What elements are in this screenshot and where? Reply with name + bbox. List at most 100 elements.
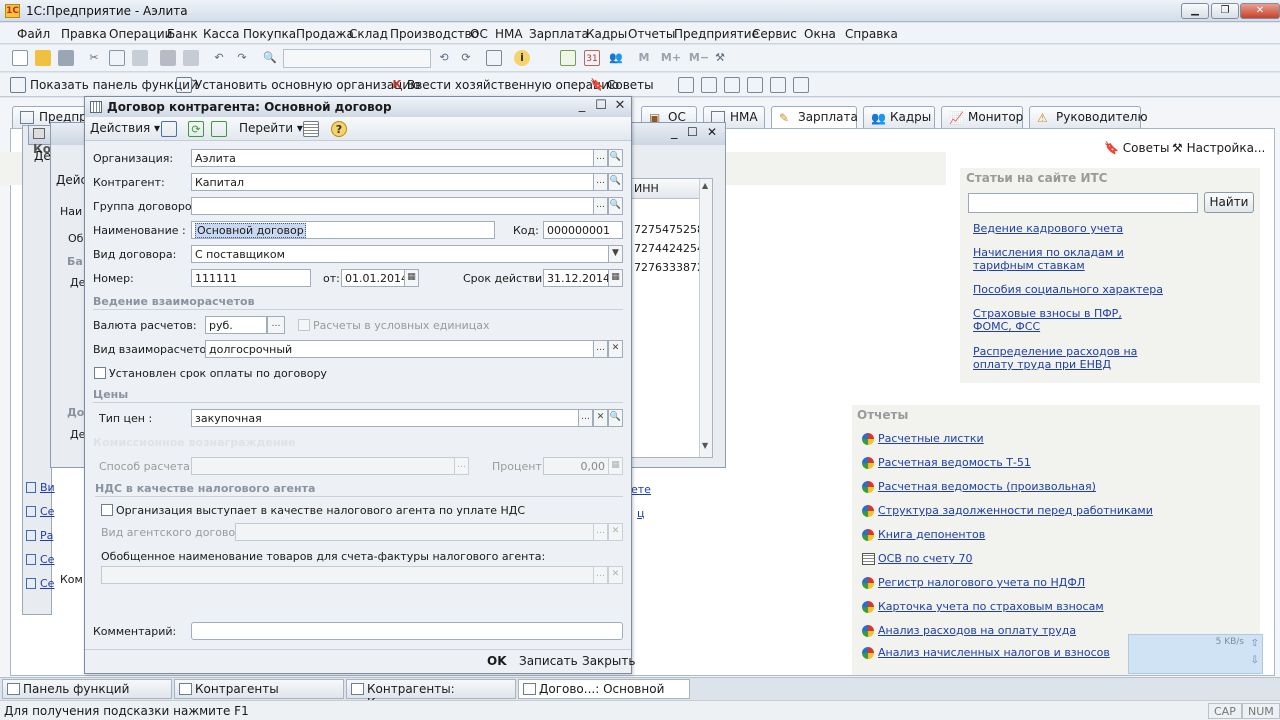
- tab-monitor[interactable]: 📈 Монитор: [941, 106, 1023, 128]
- its-link[interactable]: Ведение кадрового учета: [973, 222, 1123, 235]
- clear-icon[interactable]: ✕: [608, 566, 623, 584]
- goto-menu[interactable]: Перейти ▾: [239, 121, 303, 135]
- undo-icon[interactable]: ↶: [211, 50, 227, 66]
- cut-icon[interactable]: ✂: [86, 50, 102, 66]
- currency-field[interactable]: руб.: [205, 316, 267, 334]
- scroll-down-icon[interactable]: ▼: [702, 441, 708, 450]
- info-icon[interactable]: i: [514, 50, 530, 66]
- table-cell[interactable]: 7276333872: [634, 261, 704, 274]
- valid-to-field[interactable]: 31.12.2014: [543, 269, 609, 287]
- org-field[interactable]: Аэлита: [191, 149, 594, 167]
- bg-link[interactable]: Ви: [40, 481, 55, 494]
- agent-contract-field[interactable]: [235, 523, 594, 541]
- menu-enterprise[interactable]: Предприятие: [674, 27, 759, 41]
- name-field[interactable]: Основной договор: [191, 221, 495, 239]
- payment-term-checkbox[interactable]: [94, 367, 106, 379]
- table-cell[interactable]: 7275475258: [634, 223, 704, 236]
- report-link[interactable]: Анализ расходов на оплату труда: [878, 624, 1076, 637]
- paste-icon[interactable]: [132, 50, 148, 66]
- structure-icon[interactable]: [303, 121, 319, 137]
- search-combobox[interactable]: [283, 49, 431, 68]
- scroll-up-icon[interactable]: ▲: [702, 181, 708, 190]
- bg-link[interactable]: Се: [40, 553, 54, 566]
- select-button[interactable]: …: [593, 523, 608, 541]
- select-button[interactable]: …: [593, 173, 608, 191]
- minimize-button[interactable]: _: [574, 98, 590, 113]
- find-next-icon[interactable]: ⟲: [436, 50, 452, 66]
- show-function-panel-button[interactable]: Показать панель функций: [30, 78, 198, 92]
- panel-advice-link[interactable]: 🔖 Советы: [1104, 141, 1169, 155]
- its-link[interactable]: Страховые взносы в ПФР, ФОМС, ФСС: [973, 307, 1163, 333]
- menu-operations[interactable]: Операции: [109, 27, 172, 41]
- bg-link[interactable]: ете: [631, 483, 651, 496]
- calendar-icon[interactable]: ▦: [404, 269, 419, 287]
- table-edit-icon[interactable]: [701, 77, 717, 93]
- close-button[interactable]: ✕: [612, 98, 628, 113]
- menu-hr[interactable]: Кадры: [586, 27, 627, 41]
- find-prev-icon[interactable]: ⟳: [458, 50, 474, 66]
- menu-production[interactable]: Производство: [390, 27, 479, 41]
- its-find-button[interactable]: Найти: [1204, 192, 1254, 213]
- restore-button[interactable]: ❐: [1211, 3, 1239, 19]
- goods-name-field[interactable]: [101, 566, 594, 584]
- comment-field[interactable]: [191, 622, 623, 640]
- table-more-icon[interactable]: [793, 77, 809, 93]
- menu-cash[interactable]: Касса: [203, 27, 239, 41]
- copy-doc-icon[interactable]: [211, 121, 227, 137]
- group-field[interactable]: [191, 197, 594, 215]
- select-button[interactable]: …: [593, 197, 608, 215]
- menu-help[interactable]: Справка: [845, 27, 898, 41]
- contractor-scrollbar[interactable]: ▲ ▼: [699, 179, 712, 457]
- tab-manager[interactable]: ⚠ Руководителю: [1029, 106, 1148, 128]
- report-link[interactable]: ОСВ по счету 70: [878, 552, 973, 565]
- settle-kind-field[interactable]: долгосрочный: [205, 340, 594, 358]
- percent-field[interactable]: 0,00: [543, 457, 609, 475]
- ok-button[interactable]: OK: [487, 654, 507, 668]
- new-document-icon[interactable]: [12, 50, 28, 66]
- contractor-field[interactable]: Капитал: [191, 173, 594, 191]
- menu-salary[interactable]: Зарплата: [529, 27, 589, 41]
- print-icon[interactable]: [160, 50, 176, 66]
- menu-warehouse[interactable]: Склад: [349, 27, 388, 41]
- open-folder-icon[interactable]: [35, 50, 51, 66]
- menu-edit[interactable]: Правка: [61, 27, 107, 41]
- report-link[interactable]: Расчетная ведомость Т-51: [878, 456, 1031, 469]
- its-search-input[interactable]: [968, 193, 1198, 213]
- minimize-button[interactable]: ▁: [1181, 3, 1209, 19]
- users-icon[interactable]: 👥: [608, 50, 624, 66]
- close-button[interactable]: ✕: [707, 125, 717, 139]
- report-link[interactable]: Структура задолженности перед работникам…: [878, 504, 1153, 517]
- calendar-icon[interactable]: 31: [584, 50, 600, 66]
- menu-sales[interactable]: Продажа: [296, 27, 354, 41]
- window-icon[interactable]: [486, 50, 502, 66]
- report-link[interactable]: Расчетные листки: [878, 432, 984, 445]
- menu-purchase[interactable]: Покупка: [243, 27, 296, 41]
- memory-plus-icon[interactable]: M+: [660, 50, 682, 66]
- memory-minus-icon[interactable]: M−: [688, 50, 710, 66]
- select-button[interactable]: …: [593, 566, 608, 584]
- its-link[interactable]: Пособия социального характера: [973, 283, 1163, 296]
- menu-file[interactable]: Файл: [17, 27, 50, 41]
- report-link[interactable]: Регистр налогового учета по НДФЛ: [878, 576, 1085, 589]
- clear-icon[interactable]: ✕: [593, 409, 608, 427]
- search-icon[interactable]: 🔍: [608, 149, 623, 167]
- menu-service[interactable]: Сервис: [752, 27, 797, 41]
- its-link[interactable]: Распределение расходов на оплату труда п…: [973, 345, 1163, 371]
- calendar-icon[interactable]: ▦: [608, 269, 623, 287]
- advice-button[interactable]: Советы: [607, 78, 654, 92]
- set-main-organization-button[interactable]: Установить основную организацию: [195, 78, 420, 92]
- table-calc-icon[interactable]: [770, 77, 786, 93]
- search-icon[interactable]: 🔍: [608, 197, 623, 215]
- table-cell[interactable]: 7274424254: [634, 242, 704, 255]
- calc-method-field[interactable]: [191, 457, 455, 475]
- close-button[interactable]: ✕: [1240, 3, 1280, 19]
- select-button[interactable]: …: [578, 409, 593, 427]
- bg-link[interactable]: Се: [40, 505, 54, 518]
- maximize-button[interactable]: ☐: [687, 125, 698, 139]
- tools-icon[interactable]: ⚒: [712, 50, 728, 66]
- report-link[interactable]: Книга депонентов: [878, 528, 985, 541]
- menu-reports[interactable]: Отчеты: [628, 27, 675, 41]
- minimize-button[interactable]: _: [671, 125, 678, 140]
- code-field[interactable]: 000000001: [543, 221, 623, 239]
- bg-link[interactable]: Се: [40, 577, 54, 590]
